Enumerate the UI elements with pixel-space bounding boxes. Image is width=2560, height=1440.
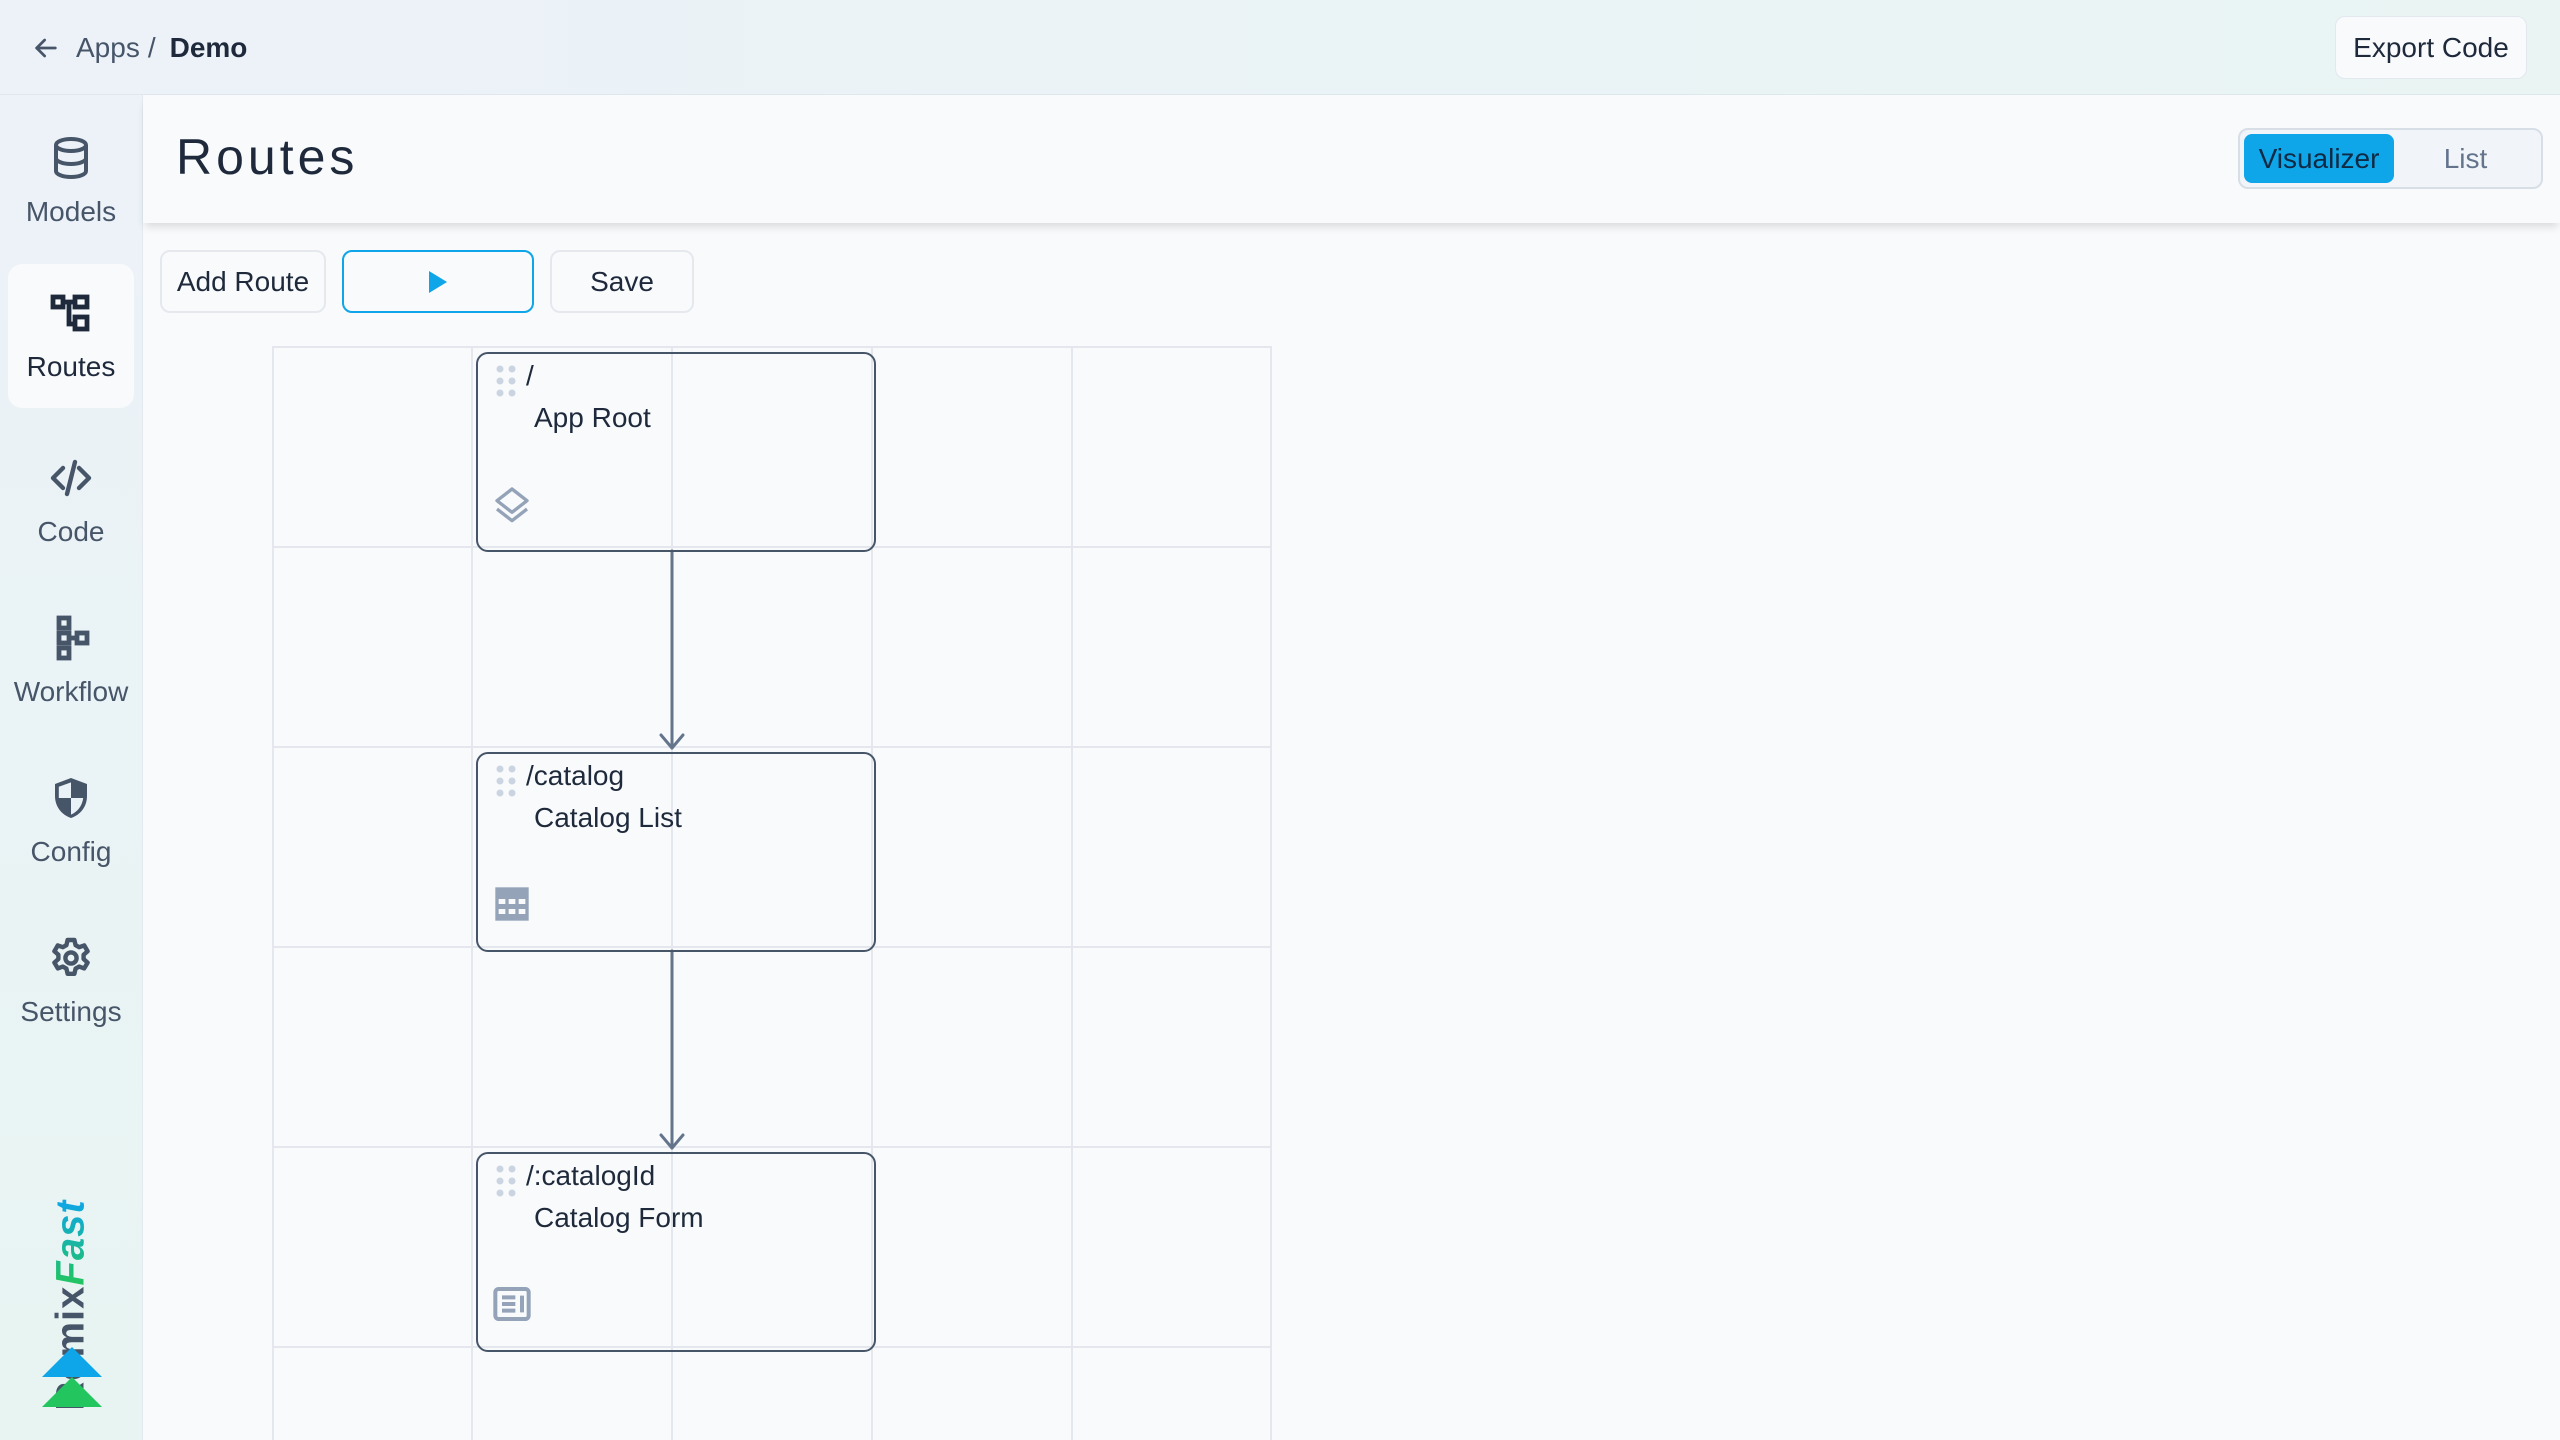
database-icon xyxy=(54,137,88,180)
brand-fast: Fast xyxy=(48,1199,93,1286)
layers-icon xyxy=(495,487,529,523)
breadcrumb: Apps / Demo xyxy=(30,26,247,70)
sidebar-item-routes[interactable]: Routes xyxy=(8,264,134,408)
route-name: App Root xyxy=(534,402,651,433)
sidebar: Models Routes Code Workflow Config Setti… xyxy=(0,95,143,1440)
run-button[interactable] xyxy=(342,250,534,313)
sidebar-item-label: Routes xyxy=(26,351,116,382)
play-icon xyxy=(429,270,447,293)
page-header: Routes Visualizer List xyxy=(143,96,2560,223)
sidebar-item-label: Settings xyxy=(20,996,122,1027)
route-path: /:catalogId xyxy=(526,1160,656,1191)
view-toggle: Visualizer List xyxy=(2238,128,2543,189)
sidebar-item-label: Workflow xyxy=(13,676,129,707)
route-path: /catalog xyxy=(526,760,625,791)
tab-list[interactable]: List xyxy=(2394,134,2537,183)
route-node[interactable]: / App Root xyxy=(476,352,876,552)
add-route-button[interactable]: Add Route xyxy=(160,250,326,313)
page-title: Routes xyxy=(176,129,359,185)
breadcrumb-demo: Demo xyxy=(169,32,248,63)
route-path: / xyxy=(526,360,534,391)
sidebar-item-workflow[interactable]: Workflow xyxy=(8,589,134,733)
workflow-icon xyxy=(56,615,90,661)
route-node[interactable]: /catalog Catalog List xyxy=(476,752,876,952)
sitemap-icon xyxy=(50,294,90,332)
sidebar-item-settings[interactable]: Settings xyxy=(8,909,134,1053)
save-button[interactable]: Save xyxy=(550,250,694,313)
table-icon xyxy=(495,887,529,921)
sidebar-item-code[interactable]: Code xyxy=(8,429,134,573)
form-icon xyxy=(493,1287,531,1321)
export-code-button[interactable]: Export Code xyxy=(2335,16,2527,79)
remixfast-logo-icon xyxy=(42,1347,102,1407)
sidebar-item-label: Config xyxy=(30,836,112,867)
arrow-left-icon[interactable] xyxy=(30,32,62,64)
route-name: Catalog Form xyxy=(534,1202,704,1233)
gear-icon xyxy=(52,937,90,976)
sidebar-item-config[interactable]: Config xyxy=(8,749,134,893)
route-name: Catalog List xyxy=(534,802,682,833)
code-icon xyxy=(50,459,92,497)
breadcrumb-separator: / xyxy=(147,32,156,63)
tab-visualizer[interactable]: Visualizer xyxy=(2244,134,2394,183)
drag-handle-icon[interactable] xyxy=(494,1164,518,1198)
drag-handle-icon[interactable] xyxy=(494,764,518,798)
top-bar: Apps / Demo Export Code xyxy=(0,0,2560,95)
drag-handle-icon[interactable] xyxy=(494,364,518,398)
sidebar-item-label: Code xyxy=(37,516,105,547)
breadcrumb-apps[interactable]: Apps xyxy=(76,32,140,64)
route-node[interactable]: /:catalogId Catalog Form xyxy=(476,1152,876,1352)
shield-icon xyxy=(55,778,87,818)
sidebar-item-label: Models xyxy=(25,196,117,227)
sidebar-item-models[interactable]: Models xyxy=(8,109,134,253)
